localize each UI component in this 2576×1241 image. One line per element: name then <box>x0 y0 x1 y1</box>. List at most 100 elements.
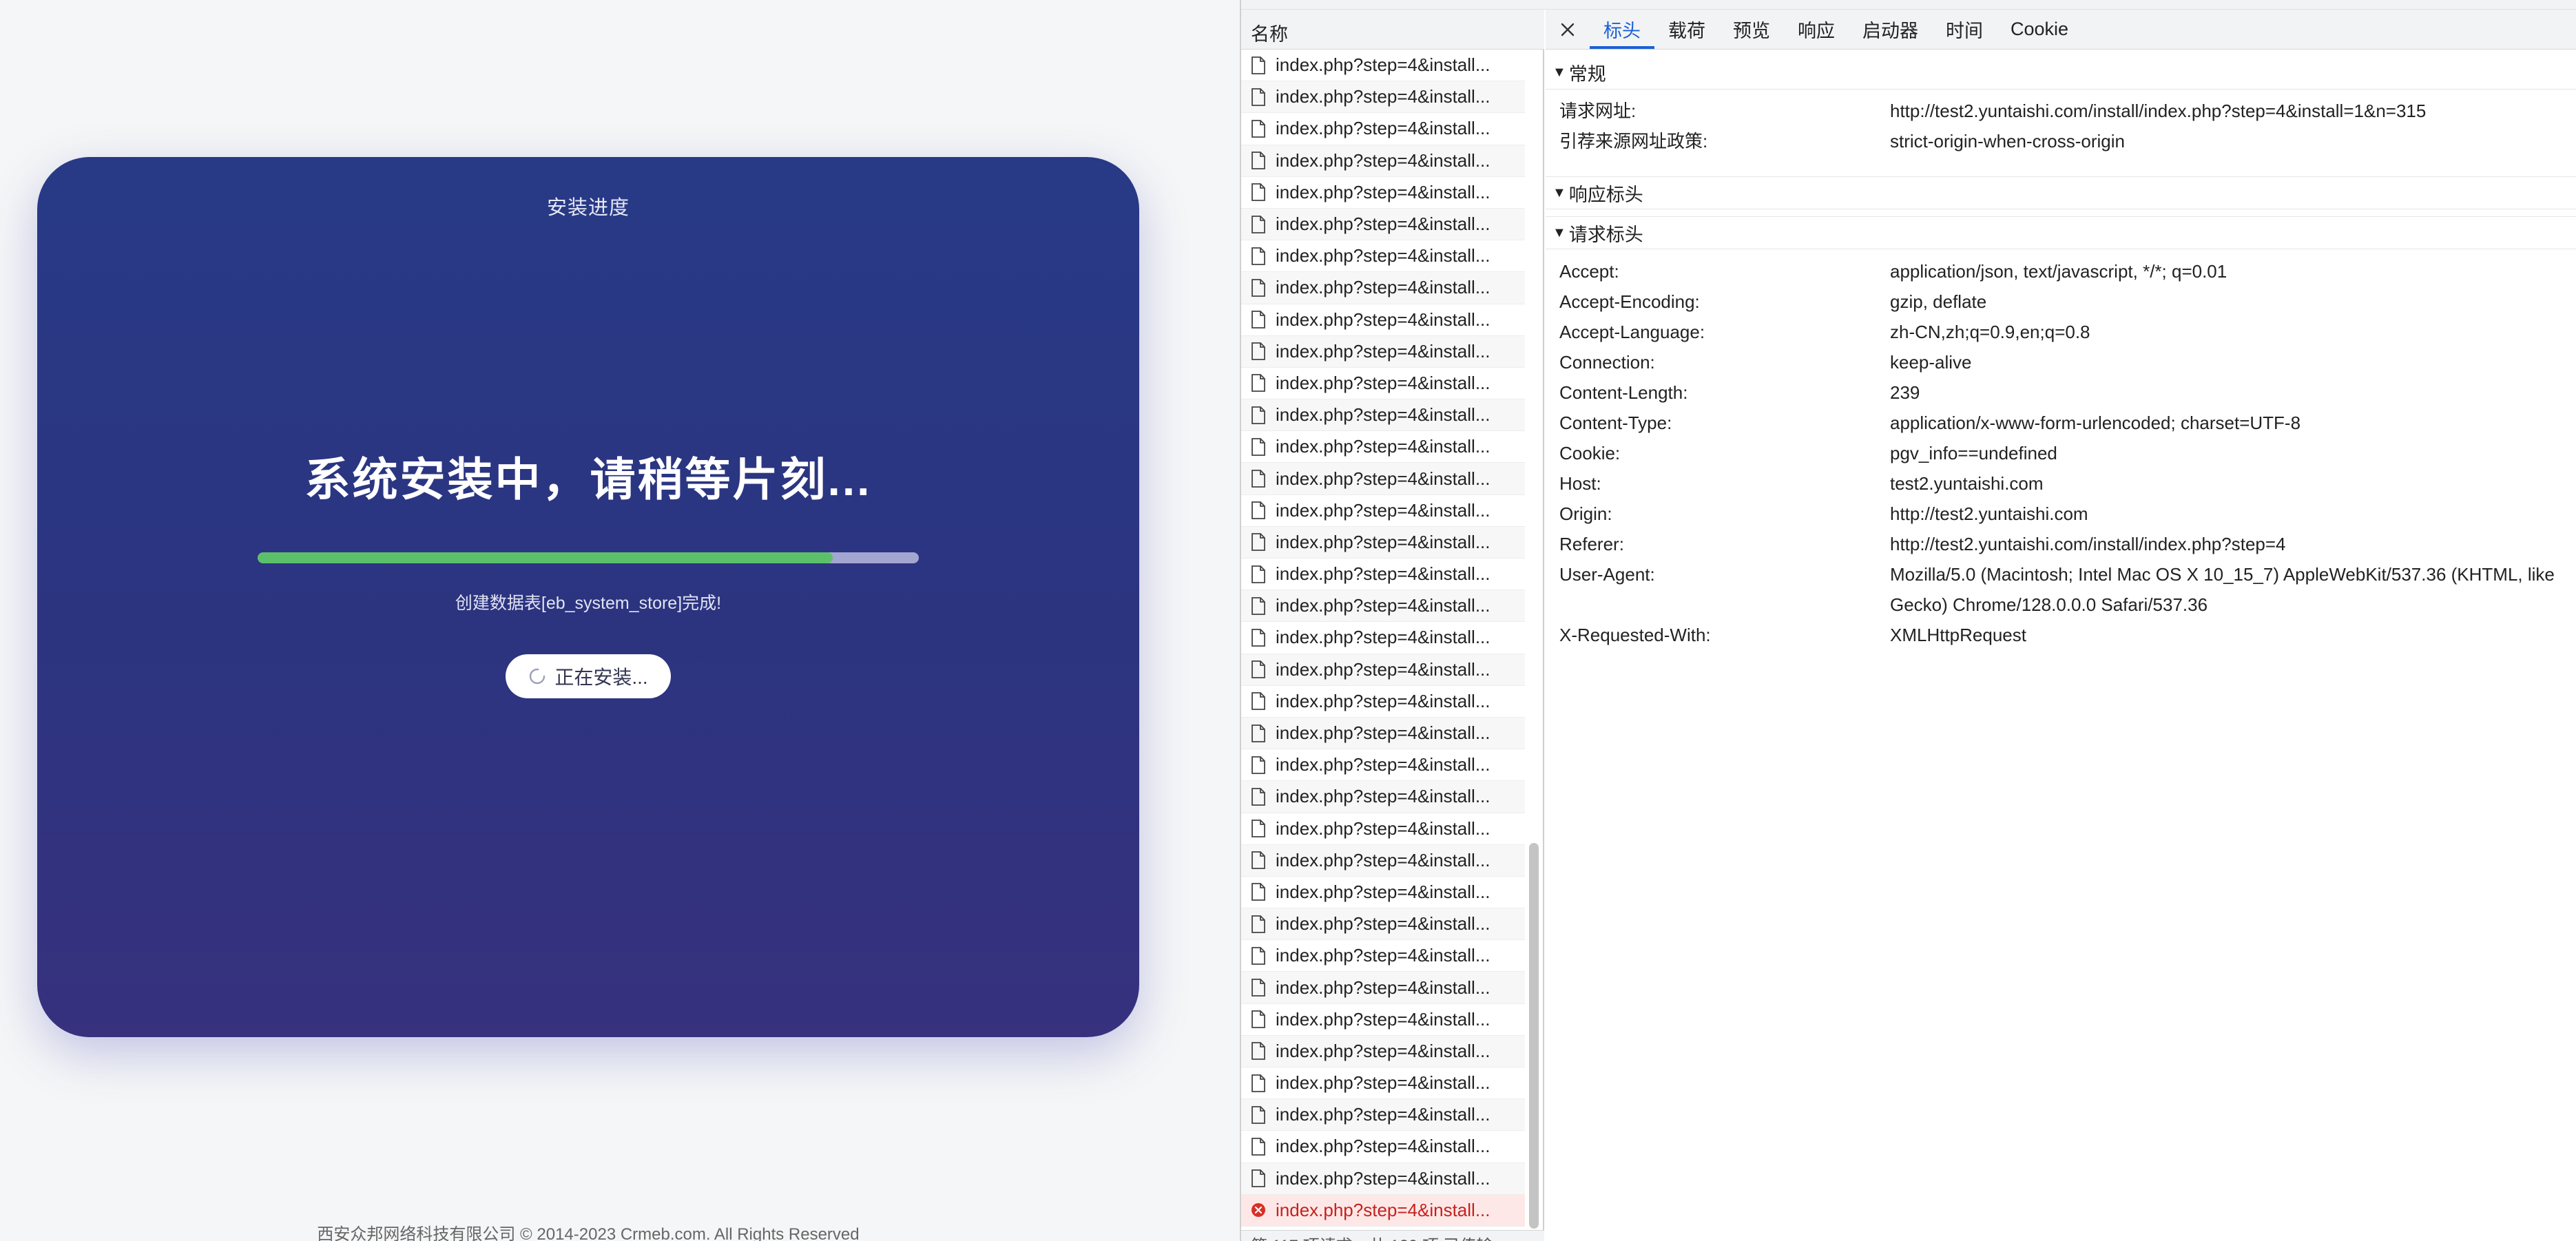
install-heading: 系统安装中，请稍等片刻... <box>304 454 872 505</box>
document-icon <box>1251 596 1265 615</box>
request-name: index.php?step=4&install... <box>1276 1199 1490 1220</box>
request-row[interactable]: index.php?step=4&install... <box>1241 399 1525 432</box>
header-value[interactable]: zh-CN,zh;q=0.9,en;q=0.8 <box>1890 317 2572 347</box>
request-row[interactable]: index.php?step=4&install... <box>1241 463 1525 495</box>
progress-bar <box>258 552 919 563</box>
request-name: index.php?step=4&install... <box>1276 213 1490 235</box>
request-row[interactable]: index.php?step=4&install... <box>1241 1035 1525 1067</box>
request-name: index.php?step=4&install... <box>1276 404 1490 426</box>
request-name: index.php?step=4&install... <box>1276 245 1490 267</box>
document-icon <box>1251 1042 1265 1061</box>
request-name: index.php?step=4&install... <box>1276 849 1490 870</box>
document-icon <box>1251 915 1265 933</box>
request-row[interactable]: index.php?step=4&install... <box>1241 622 1525 654</box>
document-icon <box>1251 342 1265 361</box>
request-row[interactable]: index.php?step=4&install... <box>1241 1099 1525 1132</box>
tab-cookies[interactable]: Cookie <box>1997 10 2082 49</box>
request-row[interactable]: index.php?step=4&install... <box>1241 877 1525 909</box>
caret-down-icon: ▼ <box>1552 185 1566 200</box>
tab-headers[interactable]: 标头 <box>1590 10 1654 49</box>
request-headers-section-toggle[interactable]: ▼ 请求标头 <box>1546 216 2576 249</box>
request-row[interactable]: index.php?step=4&install... <box>1241 431 1525 463</box>
request-row[interactable]: index.php?step=4&install... <box>1241 145 1525 177</box>
name-column-header: 名称 <box>1251 24 1288 45</box>
response-headers-section-toggle[interactable]: ▼ 响应标头 <box>1546 176 2576 209</box>
request-row[interactable]: index.php?step=4&install... <box>1241 940 1525 972</box>
request-row[interactable]: index.php?step=4&install... <box>1241 240 1525 273</box>
request-row[interactable]: index.php?step=4&install... <box>1241 335 1525 368</box>
installing-button[interactable]: 正在安装... <box>506 654 671 698</box>
request-row[interactable]: index.php?step=4&install... <box>1241 781 1525 813</box>
request-name: index.php?step=4&install... <box>1276 595 1490 616</box>
request-row[interactable]: index.php?step=4&install... <box>1241 749 1525 782</box>
request-row[interactable]: index.php?step=4&install... <box>1241 972 1525 1004</box>
header-key: User-Agent: <box>1559 564 1655 585</box>
header-value[interactable]: 239 <box>1890 377 2572 408</box>
request-row[interactable]: index.php?step=4&install... <box>1241 272 1525 304</box>
request-row[interactable]: index.php?step=4&install... <box>1241 177 1525 209</box>
request-name: index.php?step=4&install... <box>1276 118 1490 139</box>
request-row[interactable]: index.php?step=4&install... <box>1241 304 1525 336</box>
document-icon <box>1251 565 1265 583</box>
request-row[interactable]: index.php?step=4&install... <box>1241 368 1525 400</box>
request-row[interactable]: index.php?step=4&install... <box>1241 81 1525 114</box>
header-value[interactable]: keep-alive <box>1890 347 2572 377</box>
request-row[interactable]: index.php?step=4&install... <box>1241 50 1525 82</box>
header-value[interactable]: pgv_info==undefined <box>1890 438 2572 468</box>
document-icon <box>1251 56 1265 74</box>
request-name: index.php?step=4&install... <box>1276 690 1490 711</box>
header-key: Accept: <box>1559 261 1619 282</box>
installing-button-label: 正在安装... <box>554 667 648 688</box>
document-icon <box>1251 692 1265 711</box>
request-name: index.php?step=4&install... <box>1276 54 1490 76</box>
tab-payload[interactable]: 载荷 <box>1654 10 1719 49</box>
header-value[interactable]: Mozilla/5.0 (Macintosh; Intel Mac OS X 1… <box>1890 559 2572 620</box>
document-icon <box>1251 183 1265 202</box>
request-row[interactable]: index.php?step=4&install... <box>1241 1131 1525 1163</box>
request-row[interactable]: index.php?step=4&install... <box>1241 654 1525 686</box>
header-key: Content-Length: <box>1559 382 1688 403</box>
header-value[interactable]: gzip, deflate <box>1890 286 2572 317</box>
header-key: Origin: <box>1559 503 1612 524</box>
header-value[interactable]: application/json, text/javascript, */*; … <box>1890 256 2572 286</box>
header-value[interactable]: http://test2.yuntaishi.com/install/index… <box>1890 529 2572 559</box>
header-value[interactable]: http://test2.yuntaishi.com <box>1890 499 2572 529</box>
header-value[interactable]: http://test2.yuntaishi.com/install/index… <box>1890 96 2572 126</box>
request-name: index.php?step=4&install... <box>1276 1104 1490 1125</box>
request-headers-section-title: 请求标头 <box>1568 224 1643 245</box>
request-row[interactable]: index.php?step=4&install... <box>1241 813 1525 845</box>
request-row[interactable]: index.php?step=4&install... <box>1241 1004 1525 1036</box>
request-row[interactable]: index.php?step=4&install... <box>1241 526 1525 559</box>
tab-timing[interactable]: 时间 <box>1932 10 1997 49</box>
request-row[interactable]: index.php?step=4&install... <box>1241 590 1525 623</box>
tab-preview[interactable]: 预览 <box>1719 10 1784 49</box>
screen: 安装进度 系统安装中，请稍等片刻... 创建数据表[eb_system_stor… <box>0 0 2576 1241</box>
request-row[interactable]: index.php?step=4&install... <box>1241 208 1525 241</box>
request-row[interactable]: index.php?step=4&install... <box>1241 686 1525 718</box>
request-detail-pane: 标头 载荷 预览 响应 启动器 时间 Cookie ▼ 常规 请求网址: http… <box>1546 10 2576 1241</box>
request-row[interactable]: index.php?step=4&install... <box>1241 1162 1525 1195</box>
request-row[interactable]: index.php?step=4&install... <box>1241 1067 1525 1100</box>
request-row[interactable]: index.php?step=4&install... <box>1241 113 1525 145</box>
request-row[interactable]: index.php?step=4&install... <box>1241 908 1525 941</box>
close-detail-button[interactable] <box>1546 10 1590 49</box>
request-list-header[interactable]: 名称 <box>1241 10 1544 50</box>
response-headers-section-title: 响应标头 <box>1568 184 1643 205</box>
header-value[interactable]: strict-origin-when-cross-origin <box>1890 126 2572 156</box>
request-row-error[interactable]: index.php?step=4&install... <box>1241 1194 1525 1227</box>
request-list-scrollbar-thumb[interactable] <box>1529 843 1539 1229</box>
header-value[interactable]: XMLHttpRequest <box>1890 620 2572 650</box>
request-row[interactable]: index.php?step=4&install... <box>1241 844 1525 877</box>
tab-initiator[interactable]: 启动器 <box>1849 10 1932 49</box>
header-value[interactable]: application/x-www-form-urlencoded; chars… <box>1890 408 2572 438</box>
devtools-toolbar <box>1241 0 2576 10</box>
request-row[interactable]: index.php?step=4&install... <box>1241 717 1525 750</box>
general-section-toggle[interactable]: ▼ 常规 <box>1546 56 2576 90</box>
tab-response[interactable]: 响应 <box>1784 10 1849 49</box>
header-value[interactable]: test2.yuntaishi.com <box>1890 468 2572 499</box>
caret-down-icon: ▼ <box>1552 65 1566 80</box>
request-row[interactable]: index.php?step=4&install... <box>1241 559 1525 591</box>
request-row[interactable]: index.php?step=4&install... <box>1241 495 1525 527</box>
request-list: 名称 index.php?step=4&install... index.php?… <box>1241 10 1544 1241</box>
document-icon <box>1251 629 1265 647</box>
